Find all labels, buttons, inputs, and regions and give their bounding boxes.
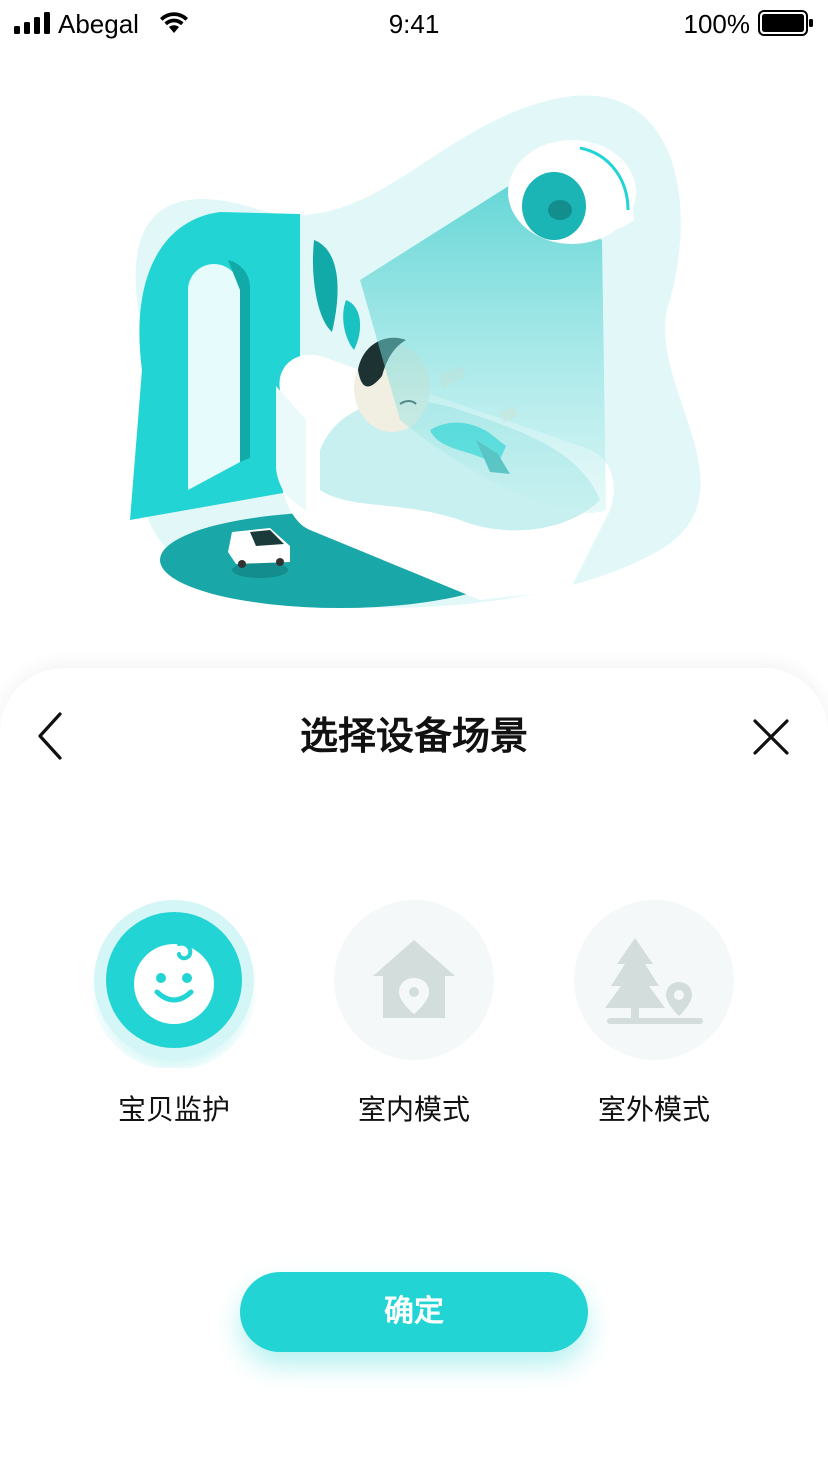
status-bar: Abegal 9:41 100% <box>0 0 828 48</box>
close-button[interactable] <box>746 712 796 762</box>
sheet-title: 选择设备场景 <box>299 714 528 758</box>
scene-option-baby-monitoring[interactable]: 宝贝监护 <box>89 898 259 1130</box>
arched-window <box>188 264 240 490</box>
scene-option-indoor[interactable]: 室内模式 <box>329 898 499 1130</box>
scene-option-label: 室内模式 <box>357 1093 470 1126</box>
hero-illustration <box>130 95 701 608</box>
battery-icon <box>758 10 813 36</box>
scene-option-outdoor[interactable]: 室外模式 <box>569 898 739 1130</box>
scene-option-label: 室外模式 <box>597 1093 710 1126</box>
ceiling-camera-icon <box>508 140 636 244</box>
baby-face-icon <box>134 941 214 1024</box>
scene-option-label: 宝贝监护 <box>117 1093 230 1126</box>
battery-percentage: 100% <box>683 9 751 39</box>
close-icon <box>753 719 789 755</box>
confirm-button[interactable]: 确定 <box>240 1272 588 1352</box>
